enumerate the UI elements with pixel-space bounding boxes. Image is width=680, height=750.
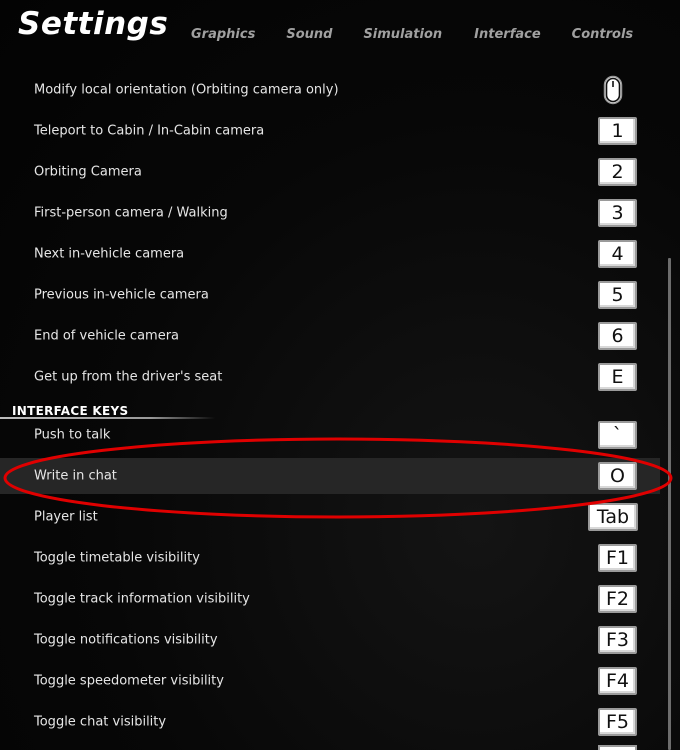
keybind-button[interactable]: O <box>598 462 637 490</box>
keybind-button[interactable]: 3 <box>598 199 637 227</box>
keybind-button[interactable]: 5 <box>598 281 637 309</box>
binding-label: Teleport to Cabin / In-Cabin camera <box>34 123 265 139</box>
page-title: Settings <box>18 6 169 42</box>
keybind-button[interactable]: F2 <box>598 585 637 613</box>
header: Settings Graphics Sound Simulation Inter… <box>0 0 680 62</box>
keybind-button[interactable]: F3 <box>598 626 637 654</box>
binding-label: Toggle speedometer visibility <box>34 673 224 689</box>
keybind-button[interactable]: F5 <box>598 708 637 736</box>
binding-row-next-vehicle-camera: Next in-vehicle camera 4 <box>0 236 660 272</box>
binding-row-toggle-track-info: Toggle track information visibility F2 <box>0 581 660 617</box>
tab-sound[interactable]: Sound <box>286 27 332 42</box>
scrollbar[interactable] <box>668 258 671 750</box>
keybind-button[interactable]: ` <box>598 421 637 449</box>
binding-label: Orbiting Camera <box>34 164 142 180</box>
binding-label: Modify local orientation (Orbiting camer… <box>34 82 339 98</box>
binding-label: End of vehicle camera <box>34 328 180 344</box>
keybind-button[interactable]: 2 <box>598 158 637 186</box>
binding-row-player-list: Player list Tab <box>0 499 660 535</box>
binding-label: Toggle track information visibility <box>34 591 250 607</box>
binding-row-teleport-cabin: Teleport to Cabin / In-Cabin camera 1 <box>0 113 660 149</box>
binding-label: Get up from the driver's seat <box>34 369 223 385</box>
tab-simulation[interactable]: Simulation <box>363 27 442 42</box>
tab-interface[interactable]: Interface <box>474 27 541 42</box>
binding-row-write-in-chat[interactable]: Write in chat O <box>0 458 660 494</box>
section-title-interface-keys: INTERFACE KEYS <box>12 404 129 418</box>
binding-row-toggle-notifications: Toggle notifications visibility F3 <box>0 622 660 658</box>
binding-row-get-up: Get up from the driver's seat E <box>0 359 660 395</box>
binding-row-push-to-talk: Push to talk ` <box>0 417 660 453</box>
keybind-button[interactable]: Tab <box>588 503 638 531</box>
binding-label: Previous in-vehicle camera <box>34 287 209 303</box>
binding-label: Toggle notifications visibility <box>34 632 218 648</box>
tab-controls[interactable]: Controls <box>572 27 633 42</box>
binding-label: Toggle chat visibility <box>34 714 167 730</box>
keybind-button[interactable]: 6 <box>598 322 637 350</box>
binding-row-previous-vehicle-camera: Previous in-vehicle camera 5 <box>0 277 660 313</box>
tab-graphics[interactable]: Graphics <box>191 27 255 42</box>
binding-label: Player list <box>34 509 98 525</box>
binding-label: First-person camera / Walking <box>34 205 228 221</box>
binding-row-modify-orientation: Modify local orientation (Orbiting camer… <box>0 72 660 108</box>
binding-label: Next in-vehicle camera <box>34 246 185 262</box>
keybind-button[interactable]: 4 <box>598 240 637 268</box>
binding-row-toggle-timetable: Toggle timetable visibility F1 <box>0 540 660 576</box>
keybind-button[interactable]: 1 <box>598 117 637 145</box>
binding-label: Push to talk <box>34 427 111 443</box>
keybind-button[interactable]: F4 <box>598 667 637 695</box>
keybind-button[interactable]: E <box>598 363 637 391</box>
keybind-button-partial[interactable] <box>598 745 637 750</box>
binding-label: Toggle timetable visibility <box>34 550 200 566</box>
mouse-icon[interactable] <box>603 75 623 105</box>
binding-row-toggle-chat: Toggle chat visibility F5 <box>0 704 660 740</box>
settings-tabs: Graphics Sound Simulation Interface Cont… <box>191 27 633 42</box>
binding-label: Write in chat <box>34 468 117 484</box>
binding-row-first-person: First-person camera / Walking 3 <box>0 195 660 231</box>
binding-row-end-vehicle-camera: End of vehicle camera 6 <box>0 318 660 354</box>
binding-row-orbiting-camera: Orbiting Camera 2 <box>0 154 660 190</box>
binding-row-toggle-speedometer: Toggle speedometer visibility F4 <box>0 663 660 699</box>
keybind-button[interactable]: F1 <box>598 544 637 572</box>
